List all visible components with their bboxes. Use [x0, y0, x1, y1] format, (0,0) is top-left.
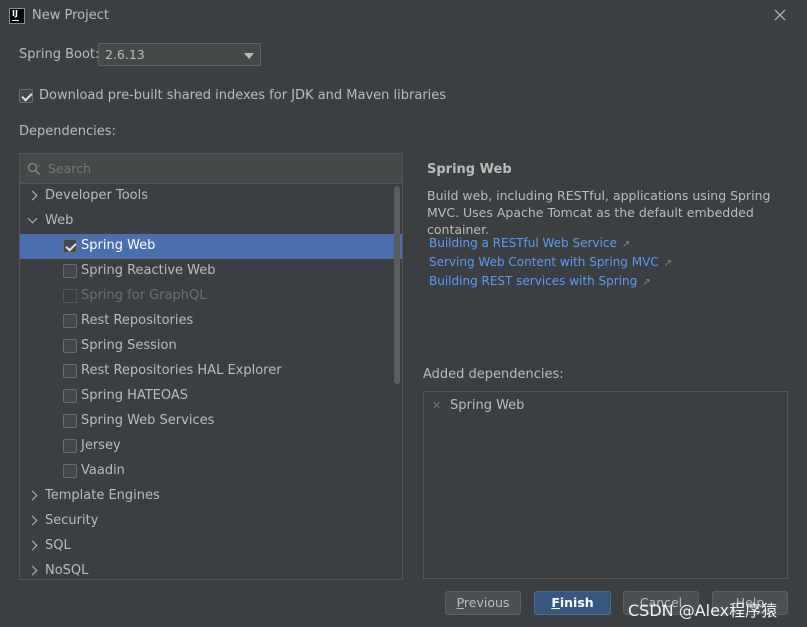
- spring-web-services-checkbox[interactable]: [63, 414, 77, 428]
- intellij-app-icon: IJ: [9, 8, 25, 24]
- external-link-icon: ↗: [663, 258, 673, 269]
- previous-button[interactable]: Previous: [445, 591, 521, 615]
- guide-link-rest-services[interactable]: Building REST services with Spring ↗: [429, 274, 651, 289]
- remove-dependency-icon[interactable]: ✕: [432, 399, 441, 412]
- window-title: New Project: [32, 8, 109, 23]
- chevron-right-icon[interactable]: [27, 190, 38, 201]
- download-indexes-checkbox[interactable]: [19, 89, 33, 103]
- dependencies-panel: Developer Tools Web Spring Web Spring Re…: [19, 153, 403, 580]
- tree-item-spring-hateoas[interactable]: Spring HATEOAS: [20, 384, 402, 409]
- vaadin-checkbox[interactable]: [63, 464, 77, 478]
- chevron-right-icon[interactable]: [27, 515, 38, 526]
- rest-repositories-hal-explorer-checkbox[interactable]: [63, 364, 77, 378]
- search-icon: [27, 162, 40, 175]
- spring-for-graphql-checkbox: [63, 289, 77, 303]
- title-bar: IJ New Project: [0, 0, 807, 34]
- spring-boot-version-value: 2.6.13: [105, 47, 145, 62]
- tree-node-sql[interactable]: SQL: [20, 534, 402, 559]
- rest-repositories-checkbox[interactable]: [63, 314, 77, 328]
- dependencies-label: Dependencies:: [19, 124, 116, 139]
- chevron-right-icon[interactable]: [27, 540, 38, 551]
- jersey-checkbox[interactable]: [63, 439, 77, 453]
- dependency-search-input[interactable]: [48, 158, 388, 178]
- spring-web-checkbox[interactable]: [63, 239, 77, 253]
- spring-reactive-web-checkbox[interactable]: [63, 264, 77, 278]
- chevron-down-icon[interactable]: [27, 213, 38, 224]
- tree-item-vaadin[interactable]: Vaadin: [20, 459, 402, 484]
- guide-link-serving-web-content[interactable]: Serving Web Content with Spring MVC ↗: [429, 255, 672, 270]
- tree-item-jersey[interactable]: Jersey: [20, 434, 402, 459]
- csdn-watermark: CSDN @Alex程序猿: [628, 601, 778, 620]
- tree-item-spring-web[interactable]: Spring Web: [20, 234, 402, 259]
- tree-node-security[interactable]: Security: [20, 509, 402, 534]
- tree-item-spring-web-services[interactable]: Spring Web Services: [20, 409, 402, 434]
- finish-button[interactable]: Finish: [534, 591, 611, 615]
- tree-item-rest-repositories[interactable]: Rest Repositories: [20, 309, 402, 334]
- external-link-icon: ↗: [621, 239, 631, 250]
- chevron-right-icon[interactable]: [27, 565, 38, 576]
- added-dependency-item: Spring Web: [450, 398, 525, 413]
- tree-node-developer-tools[interactable]: Developer Tools: [20, 184, 402, 209]
- close-icon[interactable]: [771, 6, 789, 24]
- tree-node-nosql[interactable]: NoSQL: [20, 559, 402, 579]
- added-dependencies-list: ✕ Spring Web: [423, 391, 788, 579]
- spring-session-checkbox[interactable]: [63, 339, 77, 353]
- spring-hateoas-checkbox[interactable]: [63, 389, 77, 403]
- dependency-detail-title: Spring Web: [427, 162, 512, 177]
- tree-item-spring-session[interactable]: Spring Session: [20, 334, 402, 359]
- tree-item-rest-repositories-hal-explorer[interactable]: Rest Repositories HAL Explorer: [20, 359, 402, 384]
- tree-item-spring-for-graphql: Spring for GraphQL: [20, 284, 402, 309]
- tree-item-spring-reactive-web[interactable]: Spring Reactive Web: [20, 259, 402, 284]
- dropdown-arrow-icon: [244, 53, 254, 59]
- tree-node-template-engines[interactable]: Template Engines: [20, 484, 402, 509]
- added-dependencies-label: Added dependencies:: [423, 367, 564, 382]
- download-indexes-label[interactable]: Download pre-built shared indexes for JD…: [39, 88, 446, 103]
- spring-boot-version-dropdown[interactable]: 2.6.13: [98, 43, 261, 66]
- tree-node-web[interactable]: Web: [20, 209, 402, 234]
- chevron-right-icon[interactable]: [27, 490, 38, 501]
- spring-boot-label: Spring Boot:: [19, 47, 100, 62]
- dependency-tree-scrollbar[interactable]: [394, 186, 400, 384]
- guide-link-restful-web-service[interactable]: Building a RESTful Web Service ↗: [429, 236, 630, 251]
- dependency-search-bar: [20, 154, 402, 184]
- dependency-detail-description: Build web, including RESTful, applicatio…: [427, 188, 771, 237]
- external-link-icon: ↗: [642, 277, 651, 288]
